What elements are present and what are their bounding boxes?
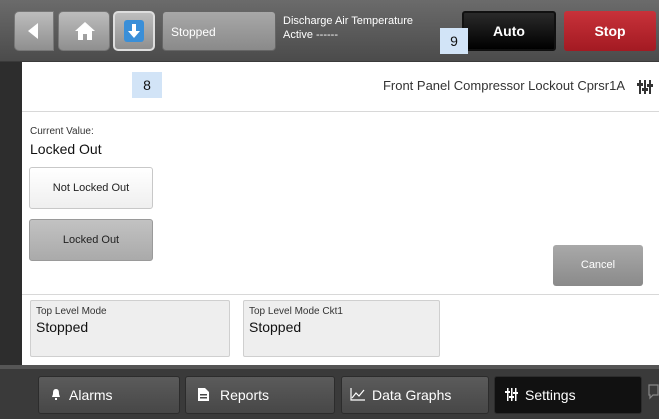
document-icon xyxy=(198,388,209,401)
discharge-label: Discharge Air Temperature xyxy=(283,15,414,27)
down-arrow-icon xyxy=(124,20,144,42)
current-value-label: Current Value: xyxy=(30,126,94,137)
settings-sliders-icon xyxy=(505,388,518,401)
graph-icon xyxy=(350,388,365,401)
callout-marker-8: 8 xyxy=(132,72,162,98)
current-value: Locked Out xyxy=(30,141,102,157)
bell-icon xyxy=(52,389,60,400)
title-divider xyxy=(22,111,659,112)
info-box-top-level-mode: Top Level Mode Stopped xyxy=(30,300,230,357)
info-label: Top Level Mode xyxy=(36,306,107,317)
download-button[interactable] xyxy=(113,11,155,51)
back-button[interactable] xyxy=(14,11,54,51)
not-locked-out-option[interactable]: Not Locked Out xyxy=(29,167,153,209)
home-button[interactable] xyxy=(58,11,110,51)
tab-label: Settings xyxy=(525,387,576,403)
chat-icon[interactable] xyxy=(648,384,659,400)
tab-settings[interactable]: Settings xyxy=(494,376,642,414)
auto-button[interactable]: Auto xyxy=(462,11,556,51)
cancel-button[interactable]: Cancel xyxy=(553,245,643,286)
tab-label: Data Graphs xyxy=(372,387,452,403)
tab-label: Reports xyxy=(220,387,270,403)
settings-sliders-icon xyxy=(637,80,653,94)
tab-reports[interactable]: Reports xyxy=(185,376,335,414)
locked-out-option[interactable]: Locked Out xyxy=(29,219,153,261)
unit-status[interactable]: Stopped xyxy=(162,11,276,51)
info-box-top-level-mode-ckt1: Top Level Mode Ckt1 Stopped xyxy=(243,300,440,357)
page-title: Front Panel Compressor Lockout Cprsr1A xyxy=(382,78,625,93)
info-label: Top Level Mode Ckt1 xyxy=(249,306,343,317)
stop-button[interactable]: Stop xyxy=(564,11,656,51)
info-divider xyxy=(22,294,659,295)
tab-data-graphs[interactable]: Data Graphs xyxy=(341,376,489,414)
home-icon xyxy=(75,22,95,40)
back-arrow-icon xyxy=(28,23,38,39)
tab-alarms[interactable]: Alarms xyxy=(38,376,180,414)
info-value: Stopped xyxy=(249,319,302,335)
discharge-air-temperature: Discharge Air Temperature Active ------ xyxy=(283,14,413,42)
tab-label: Alarms xyxy=(69,387,113,403)
discharge-value: Active ------ xyxy=(283,29,338,41)
callout-marker-9: 9 xyxy=(440,28,468,54)
info-value: Stopped xyxy=(36,319,89,335)
bottom-bar-divider xyxy=(0,365,659,369)
